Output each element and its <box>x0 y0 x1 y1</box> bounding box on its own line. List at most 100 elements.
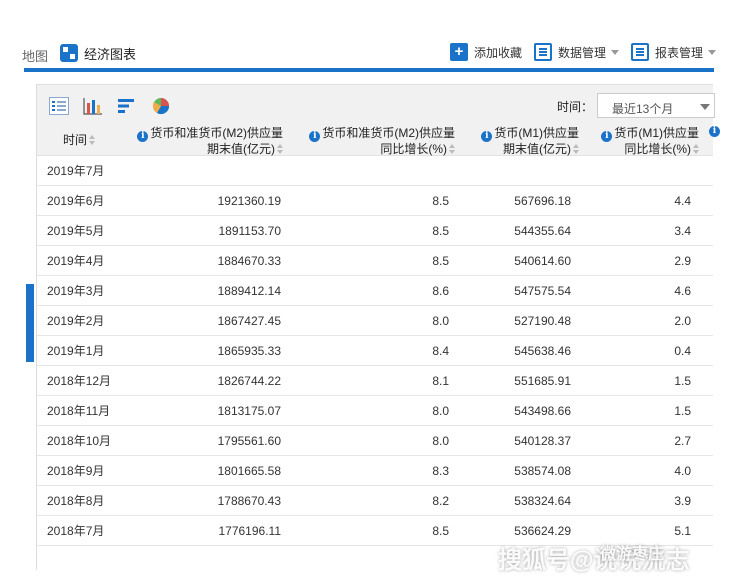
watermark-small: 微游枣庄 <box>600 546 665 563</box>
cell-m1-growth: 4.0 <box>674 464 691 478</box>
cell-m1-growth: 1.5 <box>674 404 691 418</box>
table-header-row: 时间 i 货币和准货币(M2)供应量 期末值(亿元) i 货币和准货币(M2)供应量… <box>37 124 720 156</box>
cell-date: 2019年1月 <box>47 344 105 358</box>
cell-date: 2018年11月 <box>47 404 111 418</box>
cell-date: 2019年5月 <box>47 224 105 238</box>
add-favorite-button[interactable]: + 添加收藏 <box>449 43 522 61</box>
pie-chart-icon[interactable] <box>151 97 171 115</box>
cell-m2-growth: 8.0 <box>432 314 449 328</box>
cell-date: 2018年8月 <box>47 494 105 508</box>
table-row[interactable]: 2018年9月 1801665.58 8.3 538574.08 4.0 <box>37 456 713 486</box>
table-row[interactable]: 2018年12月 1826744.22 8.1 551685.91 1.5 <box>37 366 713 396</box>
header-m1-value-line2: 期末值(亿元) <box>503 142 571 156</box>
cell-m2-growth: 8.2 <box>432 494 449 508</box>
table-row[interactable]: 2018年8月 1788670.43 8.2 538324.64 3.9 <box>37 486 713 516</box>
cell-m2-growth: 8.0 <box>432 434 449 448</box>
header-m1-value[interactable]: i 货币(M1)供应量 期末值(亿元) <box>457 124 579 156</box>
horizontal-bar-icon[interactable] <box>117 97 137 115</box>
report-manage-button[interactable]: 报表管理 <box>630 43 716 61</box>
chevron-down-icon <box>708 49 716 55</box>
header-m1-growth-line1: 货币(M1)供应量 <box>614 126 699 140</box>
table-row[interactable]: 2018年11月 1813175.07 8.0 543498.66 1.5 <box>37 396 713 426</box>
cell-m1-growth: 3.9 <box>674 494 691 508</box>
view-toolbar: 时间： 最近13个月 <box>37 84 715 124</box>
cell-m2-value <box>137 156 281 186</box>
bar-chart-icon[interactable] <box>83 97 103 115</box>
cell-m1-value: 538574.08 <box>514 464 571 478</box>
info-icon[interactable]: i <box>601 131 613 142</box>
cell-m1-growth: 1.5 <box>674 374 691 388</box>
sort-icon[interactable] <box>89 135 96 145</box>
cell-m1-value: 543498.66 <box>514 404 571 418</box>
cell-m1-growth: 2.9 <box>674 254 691 268</box>
report-manage-icon <box>630 43 649 61</box>
list-view-icon[interactable] <box>49 97 69 115</box>
cell-m1-value: 540614.60 <box>514 254 571 268</box>
chevron-down-icon <box>700 104 710 110</box>
table-row[interactable]: 2019年4月 1884670.33 8.5 540614.60 2.9 <box>37 246 713 276</box>
data-manage-button[interactable]: 数据管理 <box>533 43 619 61</box>
cell-date: 2019年6月 <box>47 194 105 208</box>
cell-m2-growth: 8.4 <box>432 344 449 358</box>
tab-economic-charts[interactable]: 经济图表 <box>60 42 136 64</box>
cell-date: 2018年9月 <box>47 464 105 478</box>
cell-m1-growth: 3.4 <box>674 224 691 238</box>
table-row[interactable]: 2019年7月 <box>37 156 713 186</box>
header-m1-growth[interactable]: i 货币(M1)供应量 同比增长(%) <box>583 124 699 156</box>
scroll-indicator[interactable] <box>26 284 34 362</box>
report-manage-label: 报表管理 <box>654 45 703 60</box>
cell-m1-value: 567696.18 <box>514 194 571 208</box>
add-favorite-label: 添加收藏 <box>473 45 522 60</box>
cell-date: 2019年7月 <box>47 164 105 178</box>
cell-m1-value: 547575.54 <box>514 284 571 298</box>
cell-m2-growth: 8.5 <box>432 524 449 538</box>
info-icon[interactable]: i <box>137 131 149 142</box>
cell-m1-value: 544355.64 <box>514 224 571 238</box>
time-range-select[interactable]: 最近13个月 <box>597 93 715 118</box>
cell-m2-value: 1801665.58 <box>217 464 281 478</box>
cell-m2-value: 1867427.45 <box>217 314 281 328</box>
cell-m1-value: 545638.46 <box>514 344 571 358</box>
cell-m2-growth: 8.5 <box>432 224 449 238</box>
cell-m2-value: 1826744.22 <box>217 374 281 388</box>
cell-m1-growth: 2.0 <box>674 314 691 328</box>
cell-m2-value: 1921360.19 <box>217 194 281 208</box>
table-row[interactable]: 2019年6月 1921360.19 8.5 567696.18 4.4 <box>37 186 713 216</box>
cell-m2-value: 1776196.11 <box>218 524 281 538</box>
table-row[interactable]: 2019年1月 1865935.33 8.4 545638.46 0.4 <box>37 336 713 366</box>
table-row[interactable]: 2019年2月 1867427.45 8.0 527190.48 2.0 <box>37 306 713 336</box>
header-date[interactable]: 时间 <box>63 124 133 156</box>
header-m2-value-line2: 期末值(亿元) <box>207 142 275 156</box>
sort-icon[interactable] <box>277 144 283 154</box>
cell-m2-value: 1795561.60 <box>217 434 281 448</box>
table-row[interactable]: 2019年5月 1891153.70 8.5 544355.64 3.4 <box>37 216 713 246</box>
sort-icon[interactable] <box>693 144 699 154</box>
cell-m1-growth: 2.7 <box>674 434 691 448</box>
info-icon[interactable]: i <box>709 126 720 137</box>
header-m2-growth[interactable]: i 货币和准货币(M2)供应量 同比增长(%) <box>287 124 455 156</box>
data-table: 时间 i 货币和准货币(M2)供应量 期末值(亿元) i 货币和准货币(M2)供应量… <box>37 124 720 546</box>
time-label: 时间： <box>557 100 594 114</box>
header-m2-growth-line1: 货币和准货币(M2)供应量 <box>322 126 455 140</box>
action-group: + 添加收藏 数据管理 报表管理 <box>438 42 716 62</box>
info-icon[interactable]: i <box>481 131 493 142</box>
cell-m1-value: 527190.48 <box>514 314 571 328</box>
cell-m2-growth: 8.5 <box>432 194 449 208</box>
cell-m2-growth: 8.1 <box>432 374 449 388</box>
cell-m2-growth: 8.5 <box>432 254 449 268</box>
cell-m1-growth: 4.4 <box>674 194 691 208</box>
info-icon[interactable]: i <box>309 131 321 142</box>
time-range-value: 最近13个月 <box>612 102 674 116</box>
cell-m1-growth: 0.4 <box>674 344 691 358</box>
sort-icon[interactable] <box>573 144 579 154</box>
table-row[interactable]: 2018年10月 1795561.60 8.0 540128.37 2.7 <box>37 426 713 456</box>
cell-m1-growth: 4.6 <box>674 284 691 298</box>
cell-m2-value: 1889412.14 <box>217 284 281 298</box>
table-row[interactable]: 2019年3月 1889412.14 8.6 547575.54 4.6 <box>37 276 713 306</box>
tab-map[interactable]: 地图 <box>22 46 48 65</box>
data-manage-icon <box>533 43 552 61</box>
sort-icon[interactable] <box>449 144 455 154</box>
cell-date: 2019年2月 <box>47 314 105 328</box>
cell-m1-growth <box>577 156 691 186</box>
header-m2-value[interactable]: i 货币和准货币(M2)供应量 期末值(亿元) <box>133 124 283 156</box>
